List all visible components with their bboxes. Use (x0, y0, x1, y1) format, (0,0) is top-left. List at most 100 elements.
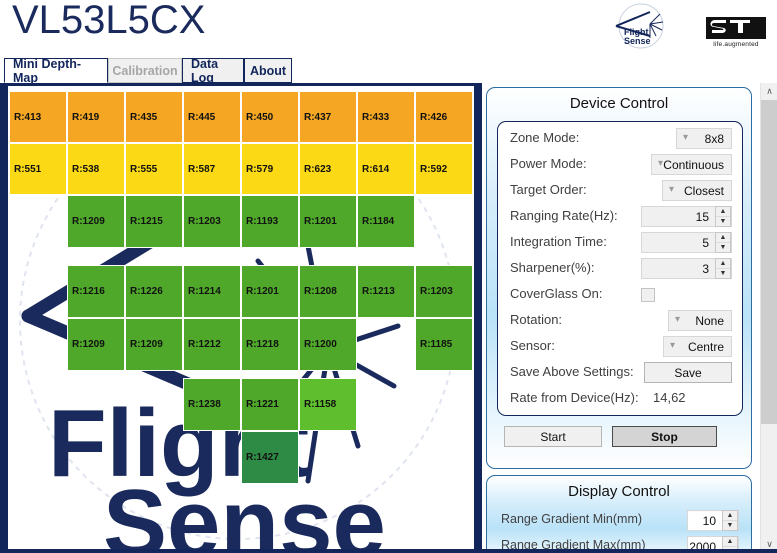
depth-map-cell[interactable]: R:450 (241, 91, 299, 143)
sharpener-stepper[interactable]: ▲ ▼ (715, 258, 731, 279)
depth-map-cell[interactable]: R:551 (9, 143, 67, 195)
spinner-up-icon[interactable]: ▲ (716, 259, 730, 269)
depth-map-cell[interactable]: R:1184 (357, 195, 415, 248)
tab-bar: Mini Depth-Map Calibration Data Log Abou… (0, 57, 777, 85)
controls-column: Device Control Zone Mode: ▾ 8x8 Power Mo… (482, 83, 759, 553)
zone-mode-value: 8x8 (704, 131, 724, 146)
depth-map-cell[interactable]: R:1209 (125, 318, 183, 371)
vertical-scrollbar[interactable]: ∧ ∨ (760, 83, 777, 553)
spinner-up-icon[interactable]: ▲ (716, 207, 730, 217)
range-gradient-min-input[interactable]: 10 ▲ ▼ (687, 510, 739, 531)
spinner-up-icon[interactable]: ▲ (723, 511, 737, 521)
stop-button[interactable]: Stop (612, 426, 717, 447)
depth-map-cell[interactable]: R:614 (357, 143, 415, 195)
depth-map-cell[interactable]: R:1226 (125, 265, 183, 318)
depth-map-cell[interactable]: R:426 (415, 91, 473, 143)
scrollbar-thumb[interactable] (761, 100, 777, 424)
flightsense-logo-icon: Flight Sense (615, 3, 664, 49)
spinner-down-icon[interactable]: ▼ (716, 243, 730, 252)
rate-from-device-value: 14,62 (653, 390, 686, 405)
depth-map-cell[interactable]: R:1221 (241, 378, 299, 431)
rotation-label: Rotation: (510, 312, 563, 327)
spinner-down-icon[interactable]: ▼ (723, 521, 737, 530)
depth-map-cell[interactable]: R:592 (415, 143, 473, 195)
tab-calibration[interactable]: Calibration (108, 58, 182, 83)
tab-about[interactable]: About (244, 58, 292, 83)
depth-map-cell[interactable]: R:1203 (183, 195, 241, 248)
range-gradient-min-stepper[interactable]: ▲ ▼ (722, 510, 738, 531)
depth-map-cell[interactable]: R:1209 (67, 195, 125, 248)
depth-map-cell[interactable]: R:1201 (299, 195, 357, 248)
window-bottom-strip (0, 549, 777, 553)
chevron-down-icon: ▾ (683, 132, 689, 143)
display-control-title: Display Control (568, 483, 670, 500)
depth-map-cell[interactable]: R:1193 (241, 195, 299, 248)
depth-map-cell[interactable]: R:1209 (67, 318, 125, 371)
ranging-rate-stepper[interactable]: ▲ ▼ (715, 206, 731, 227)
tab-data-log[interactable]: Data Log (182, 57, 244, 85)
power-mode-value: Continuous (663, 157, 724, 172)
depth-map-cell[interactable]: R:437 (299, 91, 357, 143)
spinner-up-icon[interactable]: ▲ (716, 233, 730, 243)
depth-map-cell[interactable]: R:435 (125, 91, 183, 143)
sharpener-input[interactable]: 3 ▲ ▼ (641, 258, 732, 279)
integration-time-label: Integration Time: (510, 234, 607, 249)
depth-map-cell[interactable]: R:555 (125, 143, 183, 195)
sensor-label: Sensor: (510, 338, 555, 353)
depth-map-cell[interactable]: R:1213 (357, 265, 415, 318)
depth-map-cell[interactable]: R:1158 (299, 378, 357, 431)
depth-map-grid[interactable]: Flight Sense R:413 R:419 R:435 R:445 R:450 R:… (8, 86, 474, 550)
ranging-rate-label: Ranging Rate(Hz): (510, 208, 618, 223)
depth-map-cell[interactable]: R:587 (183, 143, 241, 195)
depth-map-cell[interactable]: R:1427 (241, 431, 299, 484)
display-control-panel: Display Control Range Gradient Min(mm) 1… (486, 475, 752, 553)
depth-map-cell[interactable]: R:1215 (125, 195, 183, 248)
coverglass-checkbox[interactable] (641, 288, 655, 302)
chevron-down-icon: ▾ (669, 184, 675, 195)
depth-map-cell[interactable]: R:1200 (299, 318, 357, 371)
integration-time-input[interactable]: 5 ▲ ▼ (641, 232, 732, 253)
application-window: VL53L5CX Flight Sense life.augmented Min (0, 0, 777, 553)
depth-map-cell[interactable]: R:433 (357, 91, 415, 143)
device-control-title: Device Control (569, 95, 669, 112)
zone-mode-select[interactable]: ▾ 8x8 (676, 128, 732, 149)
integration-time-stepper[interactable]: ▲ ▼ (715, 232, 731, 253)
target-order-label: Target Order: (510, 182, 587, 197)
sharpener-label: Sharpener(%): (510, 260, 595, 275)
depth-map-cell[interactable]: R:1185 (415, 318, 473, 371)
depth-map-cell[interactable]: R:413 (9, 91, 67, 143)
tab-mini-depth-map[interactable]: Mini Depth-Map (4, 57, 108, 85)
sensor-select[interactable]: ▾ Centre (663, 336, 732, 357)
depth-map-panel: Flight Sense R:413 R:419 R:435 R:445 R:450 R:… (0, 83, 482, 553)
st-tagline: life.augmented (713, 41, 759, 48)
depth-map-cell[interactable]: R:538 (67, 143, 125, 195)
depth-map-cell[interactable]: R:1203 (415, 265, 473, 318)
depth-map-cell[interactable]: R:1212 (183, 318, 241, 371)
depth-map-cell[interactable]: R:579 (241, 143, 299, 195)
depth-map-cell[interactable]: R:1238 (183, 378, 241, 431)
depth-map-cell[interactable]: R:1216 (67, 265, 125, 318)
zone-mode-label: Zone Mode: (510, 130, 580, 145)
save-button[interactable]: Save (644, 362, 732, 383)
rotation-select[interactable]: ▾ None (668, 310, 732, 331)
spinner-up-icon[interactable]: ▲ (723, 537, 737, 547)
app-header: VL53L5CX Flight Sense life.augmented (0, 0, 777, 58)
depth-map-cell[interactable]: R:1218 (241, 318, 299, 371)
depth-map-cell[interactable]: R:1214 (183, 265, 241, 318)
ranging-rate-input[interactable]: 15 ▲ ▼ (641, 206, 732, 227)
spinner-down-icon[interactable]: ▼ (716, 269, 730, 278)
scroll-up-arrow-icon[interactable]: ∧ (761, 83, 777, 100)
chevron-down-icon: ▾ (658, 158, 664, 169)
depth-map-cell[interactable]: R:419 (67, 91, 125, 143)
target-order-select[interactable]: ▾ Closest (662, 180, 732, 201)
start-button[interactable]: Start (504, 426, 602, 447)
power-mode-select[interactable]: ▾ Continuous (651, 154, 732, 175)
power-mode-label: Power Mode: (510, 156, 587, 171)
chevron-down-icon: ▾ (675, 314, 681, 325)
rotation-value: None (695, 313, 724, 328)
depth-map-cell[interactable]: R:623 (299, 143, 357, 195)
depth-map-cell[interactable]: R:445 (183, 91, 241, 143)
spinner-down-icon[interactable]: ▼ (716, 217, 730, 226)
depth-map-cell[interactable]: R:1208 (299, 265, 357, 318)
depth-map-cell[interactable]: R:1201 (241, 265, 299, 318)
